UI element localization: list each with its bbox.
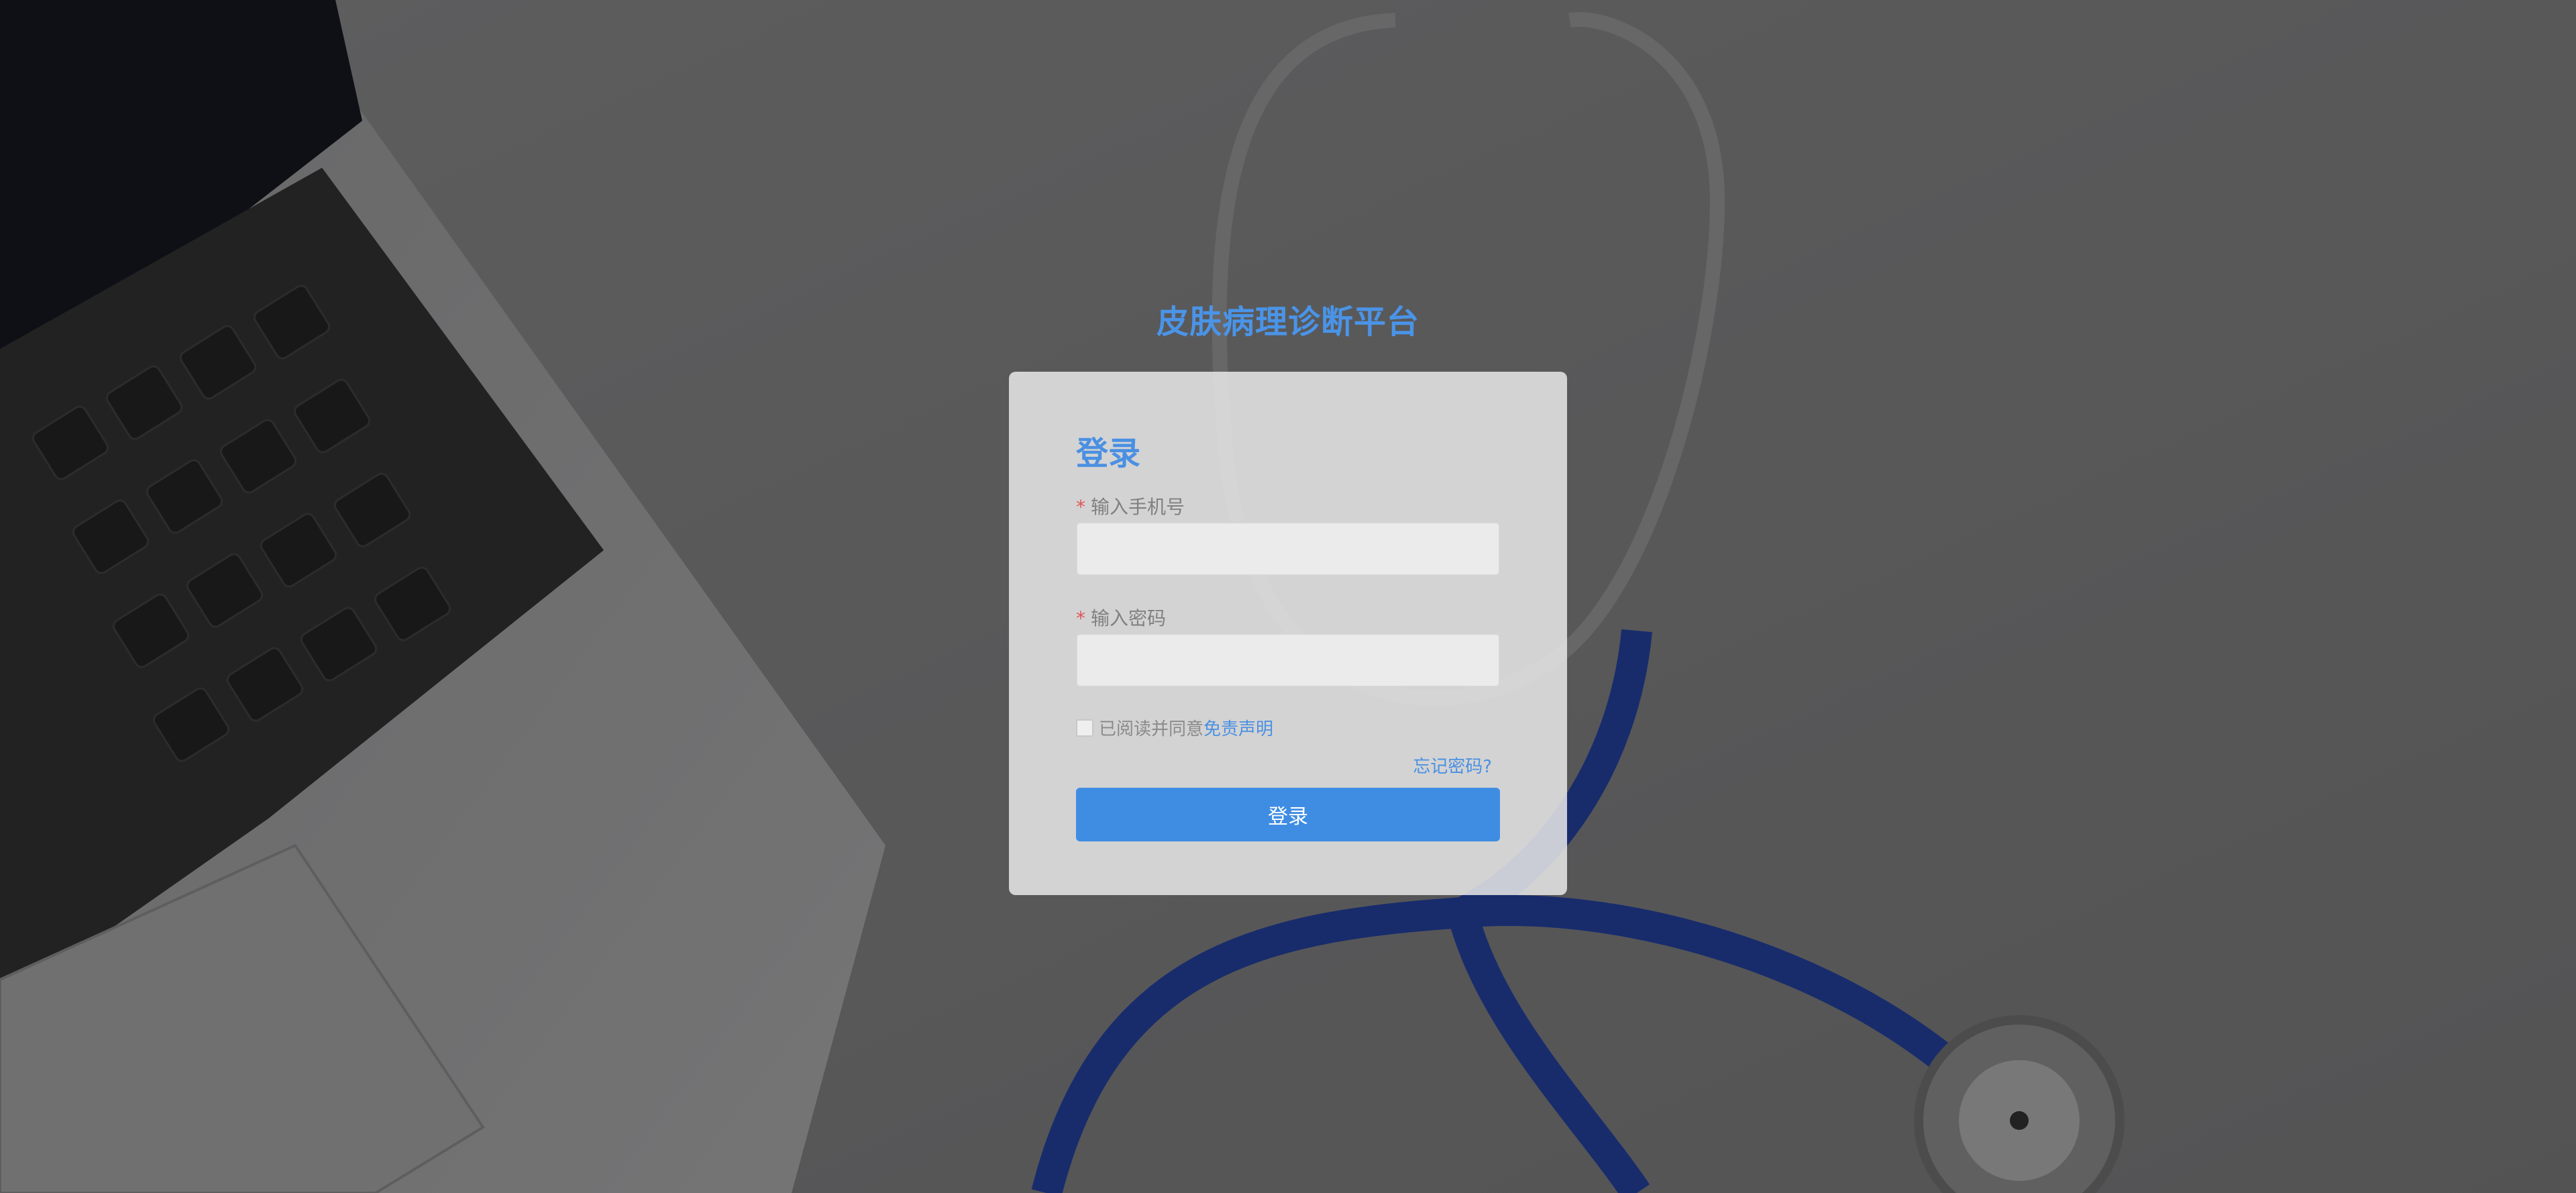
required-marker: * <box>1076 607 1085 629</box>
disclaimer-link[interactable]: 免责声明 <box>1203 715 1273 740</box>
phone-field-label: * 输入手机号 <box>1076 492 1185 519</box>
forgot-password-link[interactable]: 忘记密码? <box>1413 753 1492 778</box>
login-card-title: 登录 <box>1076 435 1141 472</box>
platform-title: 皮肤病理诊断平台 <box>1156 303 1419 341</box>
password-label-text: 输入密码 <box>1091 607 1167 629</box>
checkbox-unchecked-icon[interactable] <box>1076 719 1093 737</box>
phone-label-text: 输入手机号 <box>1091 496 1185 518</box>
password-field-label: * 输入密码 <box>1076 604 1166 631</box>
phone-input[interactable] <box>1076 522 1500 576</box>
agreement-row: 已阅读并同意 免责声明 <box>1076 715 1273 740</box>
login-card: 登录 * 输入手机号 * 输入密码 已阅读并同意 免责声明 忘记密码? 登录 <box>1009 372 1567 895</box>
login-button[interactable]: 登录 <box>1076 788 1500 841</box>
required-marker: * <box>1076 496 1085 518</box>
password-input[interactable] <box>1076 633 1500 687</box>
agreement-text: 已阅读并同意 <box>1099 719 1204 739</box>
